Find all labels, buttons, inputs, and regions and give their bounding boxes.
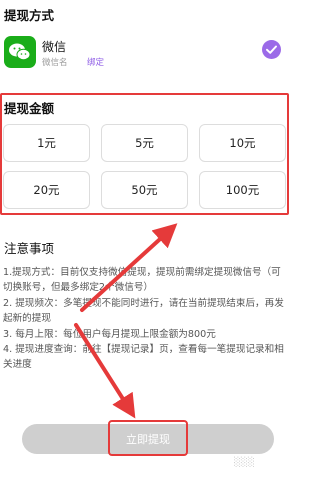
watermark: ░░░	[234, 458, 255, 468]
notice-item: 3. 每月上限：每位用户每月提现上限金额为800元	[3, 328, 216, 340]
amount-option-20[interactable]: 20元	[3, 171, 90, 209]
amount-option-1[interactable]: 1元	[3, 124, 90, 162]
notice-item: 4. 提现进度查询：前往【提现记录】页，查看每一笔提现记录和相关进度	[3, 344, 284, 371]
notice-item: 2. 提现频次：多笔提现不能同时进行，请在当前提现结束后，再发起新的提现	[3, 297, 284, 325]
wechat-icon	[4, 36, 36, 68]
selected-check-icon[interactable]	[262, 40, 281, 59]
withdraw-now-button[interactable]: 立即提现	[108, 424, 188, 454]
withdraw-amount-title: 提现金额	[4, 101, 55, 116]
amount-option-10[interactable]: 10元	[199, 124, 286, 162]
wechat-method-row[interactable]: 微信 微信名 绑定	[0, 28, 289, 84]
notice-title: 注意事项	[4, 241, 55, 256]
amount-option-100[interactable]: 100元	[199, 171, 286, 209]
notice-item: 1.提现方式：目前仅支持微信提现，提现前需绑定提现微信号（可切换账号，但最多绑定…	[3, 267, 281, 294]
wechat-label: 微信	[42, 40, 67, 54]
amount-option-5[interactable]: 5元	[101, 124, 188, 162]
amount-option-50[interactable]: 50元	[101, 171, 188, 209]
wechat-name: 微信名	[42, 58, 68, 68]
withdraw-method-title: 提现方式	[4, 8, 55, 23]
notice-list: 1.提现方式：目前仅支持微信提现，提现前需绑定提现微信号（可切换账号，但最多绑定…	[3, 265, 287, 373]
bind-link[interactable]: 绑定	[87, 56, 104, 68]
